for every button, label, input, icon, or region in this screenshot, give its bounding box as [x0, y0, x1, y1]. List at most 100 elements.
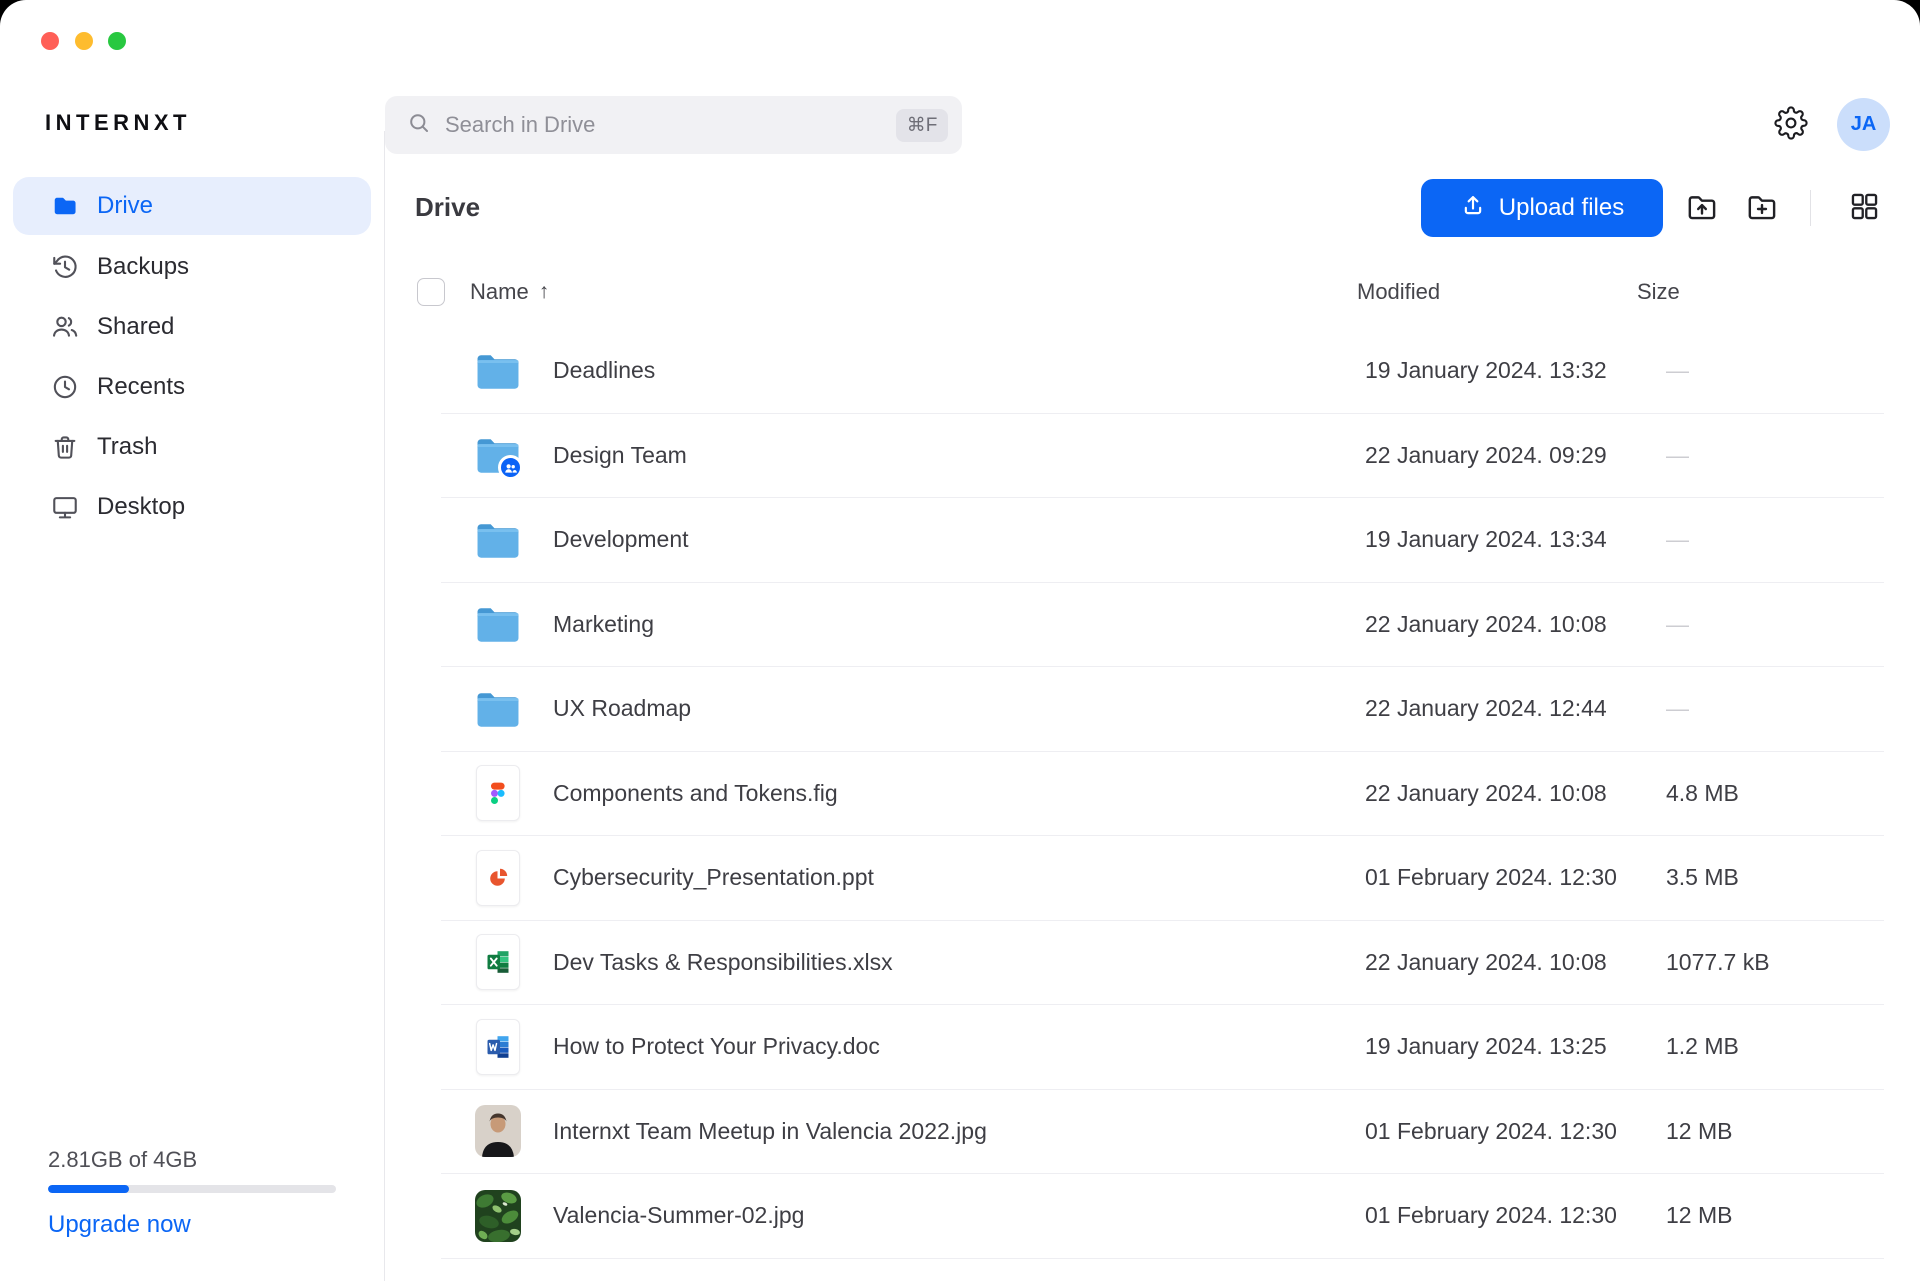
file-name: Development	[553, 526, 1360, 553]
file-size: 3.5 MB	[1640, 864, 1884, 891]
file-size: —	[1640, 695, 1884, 722]
main-content: Drive Upload files Name	[385, 131, 1920, 1281]
table-row[interactable]: UX Roadmap22 January 2024. 12:44—	[441, 667, 1884, 752]
image-thumbnail	[441, 1187, 553, 1245]
table-row[interactable]: Internxt Team Meetup in Valencia 2022.jp…	[441, 1090, 1884, 1175]
file-modified: 19 January 2024. 13:25	[1360, 1033, 1640, 1060]
file-name: Valencia-Summer-02.jpg	[553, 1202, 1360, 1229]
file-name: How to Protect Your Privacy.doc	[553, 1033, 1360, 1060]
zoom-window-button[interactable]	[108, 32, 126, 50]
file-modified: 22 January 2024. 10:08	[1360, 611, 1640, 638]
powerpoint-file-icon	[441, 849, 553, 907]
folder-plus-icon	[1745, 190, 1779, 227]
file-name: Cybersecurity_Presentation.ppt	[553, 864, 1360, 891]
file-modified: 22 January 2024. 10:08	[1360, 949, 1640, 976]
page-title: Drive	[415, 192, 480, 223]
file-modified: 01 February 2024. 12:30	[1360, 864, 1640, 891]
column-header-size[interactable]: Size	[1637, 278, 1680, 306]
shared-folder-icon	[441, 426, 553, 484]
file-size: 12 MB	[1640, 1202, 1884, 1229]
file-name: UX Roadmap	[553, 695, 1360, 722]
column-header-name[interactable]: Name ↑	[470, 278, 549, 306]
desktop-icon	[50, 492, 80, 522]
file-size: 4.8 MB	[1640, 780, 1884, 807]
trash-icon	[50, 432, 80, 462]
toolbar-divider	[1810, 190, 1811, 226]
upload-icon	[1460, 192, 1486, 225]
file-list: Deadlines19 January 2024. 13:32—Design T…	[441, 329, 1884, 1259]
file-name: Marketing	[553, 611, 1360, 638]
sidebar-item-desktop[interactable]: Desktop	[0, 477, 384, 537]
file-modified: 01 February 2024. 12:30	[1360, 1118, 1640, 1145]
close-window-button[interactable]	[41, 32, 59, 50]
table-row[interactable]: Dev Tasks & Responsibilities.xlsx22 Janu…	[441, 921, 1884, 1006]
history-icon	[50, 252, 80, 282]
column-name-label: Name	[470, 279, 529, 305]
storage-usage-text: 2.81GB of 4GB	[48, 1147, 336, 1173]
file-size: 1077.7 kB	[1640, 949, 1884, 976]
storage-widget: 2.81GB of 4GB Upgrade now	[48, 1147, 336, 1239]
sidebar-item-label: Backups	[97, 253, 189, 281]
sidebar: Drive Backups Shared Recents Trash Desktop 2.…	[0, 131, 385, 1281]
file-modified: 22 January 2024. 09:29	[1360, 442, 1640, 469]
folder-icon	[441, 680, 553, 738]
upload-folder-button[interactable]	[1682, 188, 1722, 228]
folder-icon	[441, 342, 553, 400]
sidebar-item-label: Drive	[97, 192, 153, 220]
file-modified: 22 January 2024. 10:08	[1360, 780, 1640, 807]
sidebar-item-shared[interactable]: Shared	[0, 297, 384, 357]
sidebar-item-trash[interactable]: Trash	[0, 417, 384, 477]
file-name: Internxt Team Meetup in Valencia 2022.jp…	[553, 1118, 1360, 1145]
file-modified: 22 January 2024. 12:44	[1360, 695, 1640, 722]
file-size: —	[1640, 357, 1884, 384]
file-size: —	[1640, 611, 1884, 638]
storage-progress-bar	[48, 1185, 336, 1193]
sidebar-item-drive[interactable]: Drive	[13, 177, 371, 235]
sidebar-item-label: Shared	[97, 313, 174, 341]
table-row[interactable]: Cybersecurity_Presentation.ppt01 Februar…	[441, 836, 1884, 921]
table-row[interactable]: Deadlines19 January 2024. 13:32—	[441, 329, 1884, 414]
image-thumbnail	[441, 1102, 553, 1160]
grid-view-button[interactable]	[1844, 188, 1884, 228]
upgrade-now-link[interactable]: Upgrade now	[48, 1211, 191, 1239]
file-size: 1.2 MB	[1640, 1033, 1884, 1060]
shared-badge-icon	[498, 455, 523, 480]
table-row[interactable]: Development19 January 2024. 13:34—	[441, 498, 1884, 583]
sidebar-item-label: Trash	[97, 433, 157, 461]
clock-icon	[50, 372, 80, 402]
new-folder-button[interactable]	[1742, 188, 1782, 228]
minimize-window-button[interactable]	[75, 32, 93, 50]
table-row[interactable]: Components and Tokens.fig22 January 2024…	[441, 752, 1884, 837]
upload-files-button[interactable]: Upload files	[1421, 179, 1663, 237]
table-row[interactable]: Valencia-Summer-02.jpg01 February 2024. …	[441, 1174, 1884, 1259]
sidebar-item-label: Desktop	[97, 493, 185, 521]
sidebar-item-recents[interactable]: Recents	[0, 357, 384, 417]
file-modified: 19 January 2024. 13:34	[1360, 526, 1640, 553]
sidebar-item-label: Recents	[97, 373, 185, 401]
column-header-modified[interactable]: Modified	[1357, 278, 1440, 306]
file-name: Components and Tokens.fig	[553, 780, 1360, 807]
file-size: —	[1640, 526, 1884, 553]
people-icon	[50, 312, 80, 342]
file-modified: 01 February 2024. 12:30	[1360, 1202, 1640, 1229]
table-row[interactable]: Marketing22 January 2024. 10:08—	[441, 583, 1884, 668]
folder-upload-icon	[1685, 190, 1719, 227]
file-size: 12 MB	[1640, 1118, 1884, 1145]
figma-file-icon	[441, 764, 553, 822]
table-row[interactable]: Design Team22 January 2024. 09:29—	[441, 414, 1884, 499]
storage-progress-fill	[48, 1185, 129, 1193]
folder-icon	[50, 191, 80, 221]
folder-icon	[441, 595, 553, 653]
sort-ascending-icon: ↑	[539, 280, 550, 304]
grid-view-icon	[1848, 190, 1881, 226]
word-file-icon	[441, 1018, 553, 1076]
file-size: —	[1640, 442, 1884, 469]
file-name: Design Team	[553, 442, 1360, 469]
file-modified: 19 January 2024. 13:32	[1360, 357, 1640, 384]
file-name: Deadlines	[553, 357, 1360, 384]
table-header: Name ↑ Modified Size	[385, 278, 1920, 306]
excel-file-icon	[441, 933, 553, 991]
select-all-checkbox[interactable]	[417, 278, 445, 306]
table-row[interactable]: How to Protect Your Privacy.doc19 Januar…	[441, 1005, 1884, 1090]
sidebar-item-backups[interactable]: Backups	[0, 237, 384, 297]
